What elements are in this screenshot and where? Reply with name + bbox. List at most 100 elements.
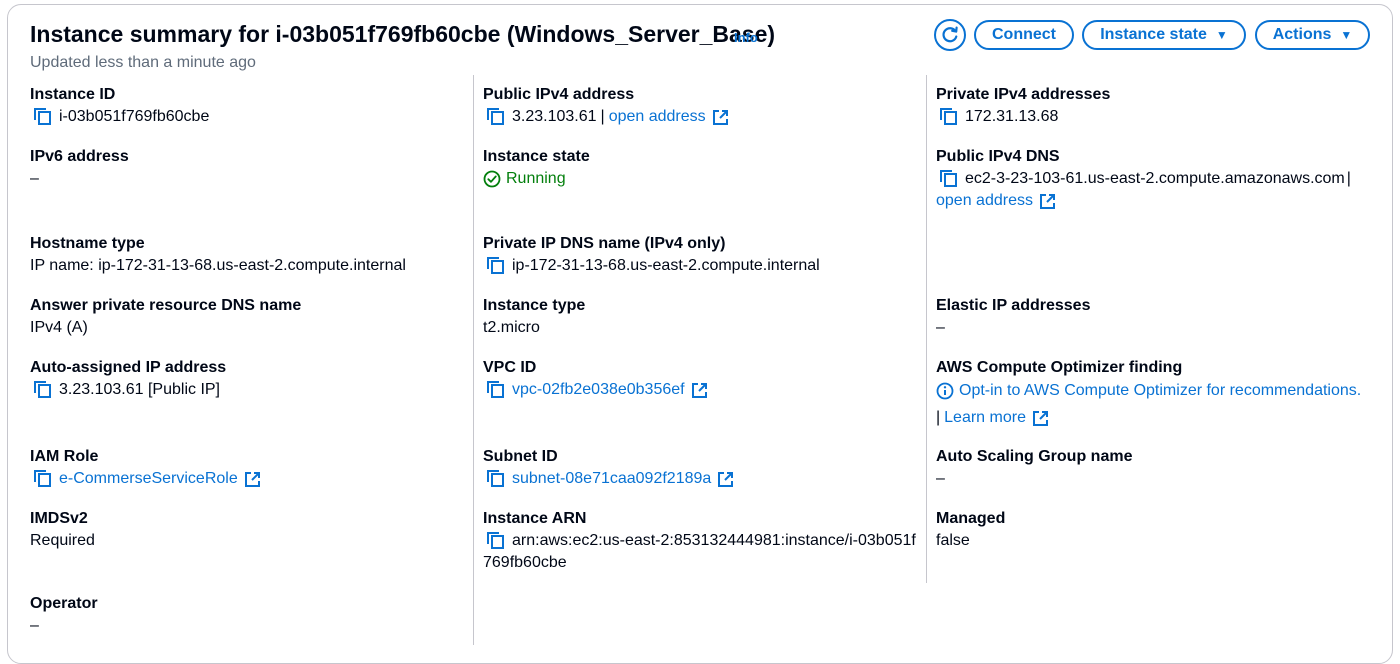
field-label: Operator	[30, 595, 98, 612]
field-label: Auto-assigned IP address	[30, 359, 227, 376]
field-label: Hostname type	[30, 235, 145, 252]
connect-button[interactable]: Connect	[974, 20, 1074, 50]
copy-icon[interactable]	[486, 381, 506, 399]
field-answer-dns: Answer private resource DNS name IPv4 (A…	[30, 295, 301, 339]
external-link-icon[interactable]	[712, 109, 729, 126]
field-private-ipv4: Private IPv4 addresses 172.31.13.68	[936, 84, 1110, 128]
actions-button[interactable]: Actions ▼	[1255, 20, 1370, 50]
field-ipv6: IPv6 address –	[30, 146, 129, 190]
public-ipv4-value: 3.23.103.61	[512, 108, 597, 125]
managed-value: false	[936, 532, 970, 549]
field-label: AWS Compute Optimizer finding	[936, 359, 1183, 376]
field-elastic-ip: Elastic IP addresses –	[936, 295, 1090, 339]
refresh-button[interactable]	[934, 19, 966, 51]
separator: |	[1346, 170, 1351, 187]
updated-status: Updated less than a minute ago	[30, 54, 256, 71]
info-link[interactable]: Info	[734, 30, 758, 45]
vpc-id-link[interactable]: vpc-02fb2e038e0b356ef	[512, 379, 685, 401]
field-label: Answer private resource DNS name	[30, 297, 302, 314]
auto-ip-value: 3.23.103.61 [Public IP]	[59, 381, 220, 398]
field-label: Private IP DNS name (IPv4 only)	[483, 235, 726, 252]
copy-icon[interactable]	[939, 108, 959, 126]
imdsv2-value: Required	[30, 532, 95, 549]
instance-type-value: t2.micro	[483, 319, 540, 336]
asg-value: –	[936, 470, 945, 487]
field-label: Elastic IP addresses	[936, 297, 1091, 314]
field-auto-ip: Auto-assigned IP address 3.23.103.61 [Pu…	[30, 357, 226, 401]
field-instance-arn: Instance ARN arn:aws:ec2:us-east-2:85313…	[483, 508, 916, 574]
field-label: VPC ID	[483, 359, 537, 376]
external-link-icon[interactable]	[691, 382, 708, 399]
operator-value: –	[30, 617, 39, 634]
copy-icon[interactable]	[33, 108, 53, 126]
field-public-dns: Public IPv4 DNS ec2-3-23-103-61.us-east-…	[936, 146, 1351, 212]
learn-more-link[interactable]: Learn more	[944, 407, 1026, 429]
copy-icon[interactable]	[486, 108, 506, 126]
field-label: Subnet ID	[483, 448, 558, 465]
copy-icon[interactable]	[486, 257, 506, 275]
instance-arn-value: arn:aws:ec2:us-east-2:853132444981:insta…	[512, 532, 916, 549]
instance-arn-value-cont: 769fb60cbe	[483, 554, 567, 571]
field-operator: Operator –	[30, 593, 98, 637]
copy-icon[interactable]	[33, 381, 53, 399]
connect-label: Connect	[992, 26, 1056, 43]
open-address-link[interactable]: open address	[936, 190, 1033, 212]
field-iam-role: IAM Role e-CommerseServiceRole	[30, 446, 261, 490]
field-label: Auto Scaling Group name	[936, 448, 1133, 465]
field-label: Instance ID	[30, 86, 116, 103]
field-subnet-id: Subnet ID subnet-08e71caa092f2189a	[483, 446, 734, 490]
field-instance-type: Instance type t2.micro	[483, 295, 585, 339]
field-asg: Auto Scaling Group name –	[936, 446, 1132, 490]
actions-label: Actions	[1272, 26, 1332, 43]
field-managed: Managed false	[936, 508, 1005, 552]
instance-state-button[interactable]: Instance state ▼	[1082, 20, 1246, 50]
elastic-ip-value: –	[936, 319, 945, 336]
field-public-ipv4: Public IPv4 address 3.23.103.61 | open a…	[483, 84, 729, 128]
field-imdsv2: IMDSv2 Required	[30, 508, 95, 552]
copy-icon[interactable]	[939, 170, 959, 188]
copy-icon[interactable]	[33, 470, 53, 488]
field-label: Public IPv4 address	[483, 86, 635, 103]
field-private-dns: Private IP DNS name (IPv4 only) ip-172-3…	[483, 233, 820, 277]
column-divider	[926, 75, 927, 583]
field-instance-state: Instance state Running	[483, 146, 590, 190]
caret-down-icon: ▼	[1215, 28, 1228, 42]
external-link-icon[interactable]	[1039, 193, 1056, 210]
field-instance-id: Instance ID i-03b051f769fb60cbe	[30, 84, 209, 128]
instance-id-value: i-03b051f769fb60cbe	[59, 108, 210, 125]
caret-down-icon: ▼	[1340, 28, 1353, 42]
field-label: Instance type	[483, 297, 586, 314]
page-title: Instance summary for i-03b051f769fb60cbe…	[30, 21, 776, 47]
open-address-link[interactable]: open address	[609, 106, 706, 128]
column-divider	[473, 75, 474, 645]
external-link-icon[interactable]	[1032, 410, 1049, 427]
field-label: Public IPv4 DNS	[936, 148, 1060, 165]
external-link-icon[interactable]	[244, 471, 261, 488]
hostname-type-value: IP name: ip-172-31-13-68.us-east-2.compu…	[30, 257, 406, 274]
subnet-id-link[interactable]: subnet-08e71caa092f2189a	[512, 468, 711, 490]
field-compute-optimizer: AWS Compute Optimizer finding Opt-in to …	[936, 357, 1361, 429]
field-hostname-type: Hostname type IP name: ip-172-31-13-68.u…	[30, 233, 406, 277]
instance-state-value: Running	[506, 170, 566, 187]
refresh-icon	[940, 25, 960, 45]
field-vpc-id: VPC ID vpc-02fb2e038e0b356ef	[483, 357, 708, 401]
copy-icon[interactable]	[486, 470, 506, 488]
answer-dns-value: IPv4 (A)	[30, 319, 88, 336]
copy-icon[interactable]	[486, 532, 506, 550]
separator: |	[936, 409, 941, 426]
external-link-icon[interactable]	[717, 471, 734, 488]
compute-optimizer-optin-link[interactable]: Opt-in to AWS Compute Optimizer for reco…	[959, 380, 1361, 402]
field-label: Instance state	[483, 148, 590, 165]
field-label: IPv6 address	[30, 148, 129, 165]
iam-role-link[interactable]: e-CommerseServiceRole	[59, 468, 238, 490]
separator: |	[600, 108, 605, 125]
instance-state-label: Instance state	[1100, 26, 1207, 43]
private-dns-value: ip-172-31-13-68.us-east-2.compute.intern…	[512, 257, 820, 274]
check-circle-icon	[483, 170, 501, 188]
field-label: IMDSv2	[30, 510, 88, 527]
public-dns-value: ec2-3-23-103-61.us-east-2.compute.amazon…	[965, 170, 1345, 187]
field-label: IAM Role	[30, 448, 99, 465]
private-ipv4-value: 172.31.13.68	[965, 108, 1059, 125]
ipv6-value: –	[30, 170, 39, 187]
field-label: Instance ARN	[483, 510, 587, 527]
